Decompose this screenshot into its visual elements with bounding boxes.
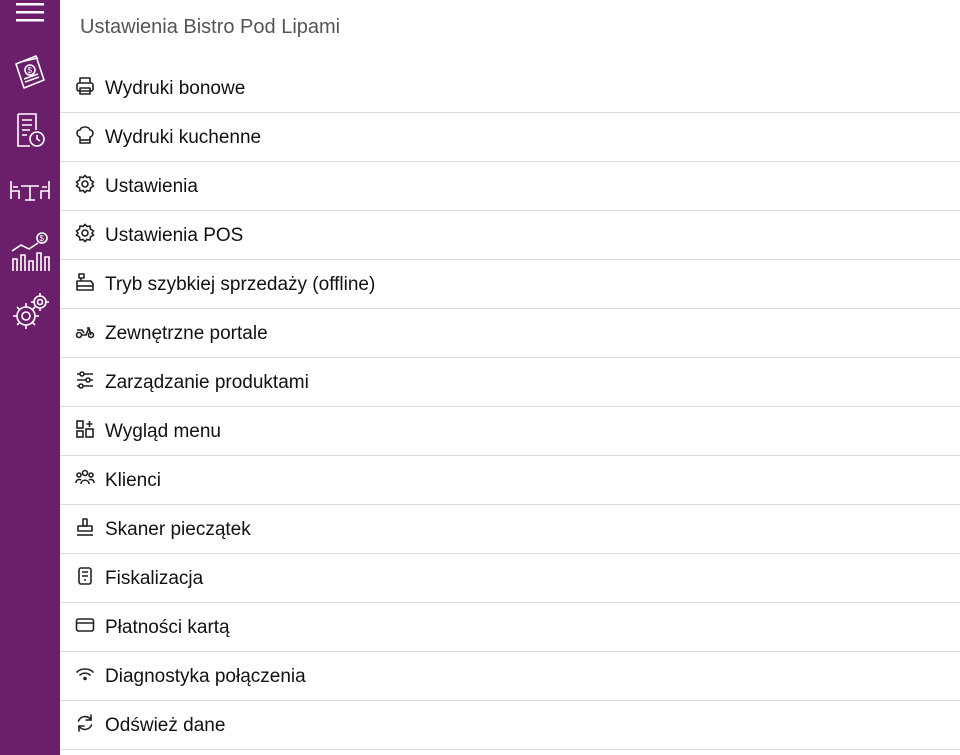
printer-icon [75, 76, 95, 96]
menu-item-fiskalizacja[interactable]: Fiskalizacja [60, 554, 960, 603]
layout-grid-add-icon [75, 419, 95, 439]
chef-hat-icon [75, 125, 95, 145]
menu-item-label: Zarządzanie produktami [105, 372, 309, 393]
menu-item-label: Wydruki bonowe [105, 78, 246, 99]
menu-item-diagnostyka-polaczenia[interactable]: Diagnostyka połączenia [60, 652, 960, 701]
menu-item-tryb-szybkiej-sprzedazy[interactable]: Tryb szybkiej sprzedaży (offline) [60, 260, 960, 309]
menu-item-zarzadzanie-produktami[interactable]: Zarządzanie produktami [60, 358, 960, 407]
gear-icon [75, 223, 95, 243]
sales-chart-icon[interactable]: $ [0, 227, 60, 275]
tables-icon[interactable] [0, 166, 60, 214]
receipt-money-icon[interactable]: $ [0, 48, 60, 96]
svg-text:$: $ [40, 234, 45, 243]
menu-item-label: Klienci [105, 470, 161, 491]
menu-item-label: Ustawienia [105, 176, 198, 197]
menu-item-odswiez-dane[interactable]: Odśwież dane [60, 701, 960, 750]
menu-item-wydruki-bonowe[interactable]: Wydruki bonowe [60, 64, 960, 113]
gear-icon [75, 174, 95, 194]
main-panel: Ustawienia Bistro Pod Lipami Wydruki bon… [60, 0, 960, 755]
refresh-icon [75, 713, 95, 733]
cash-register-icon [75, 272, 95, 292]
menu-icon[interactable] [16, 2, 44, 24]
menu-item-label: Wydruki kuchenne [105, 127, 262, 148]
settings-gears-icon[interactable] [0, 288, 60, 336]
menu-item-label: Ustawienia POS [105, 225, 244, 246]
credit-card-icon [75, 615, 95, 635]
menu-item-label: Tryb szybkiej sprzedaży (offline) [105, 274, 376, 295]
menu-item-ustawienia[interactable]: Ustawienia [60, 162, 960, 211]
wifi-icon [75, 664, 95, 684]
menu-item-platnosci-karta[interactable]: Płatności kartą [60, 603, 960, 652]
settings-menu: Wydruki bonowe Wydruki kuchenne Ustawien… [60, 64, 960, 750]
scooter-icon [75, 321, 95, 341]
sliders-icon [75, 370, 95, 390]
menu-item-label: Płatności kartą [105, 617, 230, 638]
menu-item-label: Zewnętrzne portale [105, 323, 268, 344]
users-icon [75, 468, 95, 488]
menu-item-label: Wygląd menu [105, 421, 221, 442]
svg-text:$: $ [28, 66, 33, 75]
menu-item-klienci[interactable]: Klienci [60, 456, 960, 505]
menu-item-ustawienia-pos[interactable]: Ustawienia POS [60, 211, 960, 260]
stamp-icon [75, 517, 95, 537]
menu-item-wyglad-menu[interactable]: Wygląd menu [60, 407, 960, 456]
menu-item-label: Odśwież dane [105, 715, 226, 736]
sidebar: $ $ [0, 0, 60, 755]
menu-item-label: Fiskalizacja [105, 568, 204, 589]
menu-item-skaner-pieczatek[interactable]: Skaner pieczątek [60, 505, 960, 554]
order-history-icon[interactable] [0, 106, 60, 154]
receipt-icon [75, 566, 95, 586]
menu-item-wydruki-kuchenne[interactable]: Wydruki kuchenne [60, 113, 960, 162]
menu-item-label: Skaner pieczątek [105, 519, 251, 540]
menu-item-label: Diagnostyka połączenia [105, 666, 306, 687]
menu-item-zewnetrzne-portale[interactable]: Zewnętrzne portale [60, 309, 960, 358]
page-title: Ustawienia Bistro Pod Lipami [80, 16, 341, 38]
